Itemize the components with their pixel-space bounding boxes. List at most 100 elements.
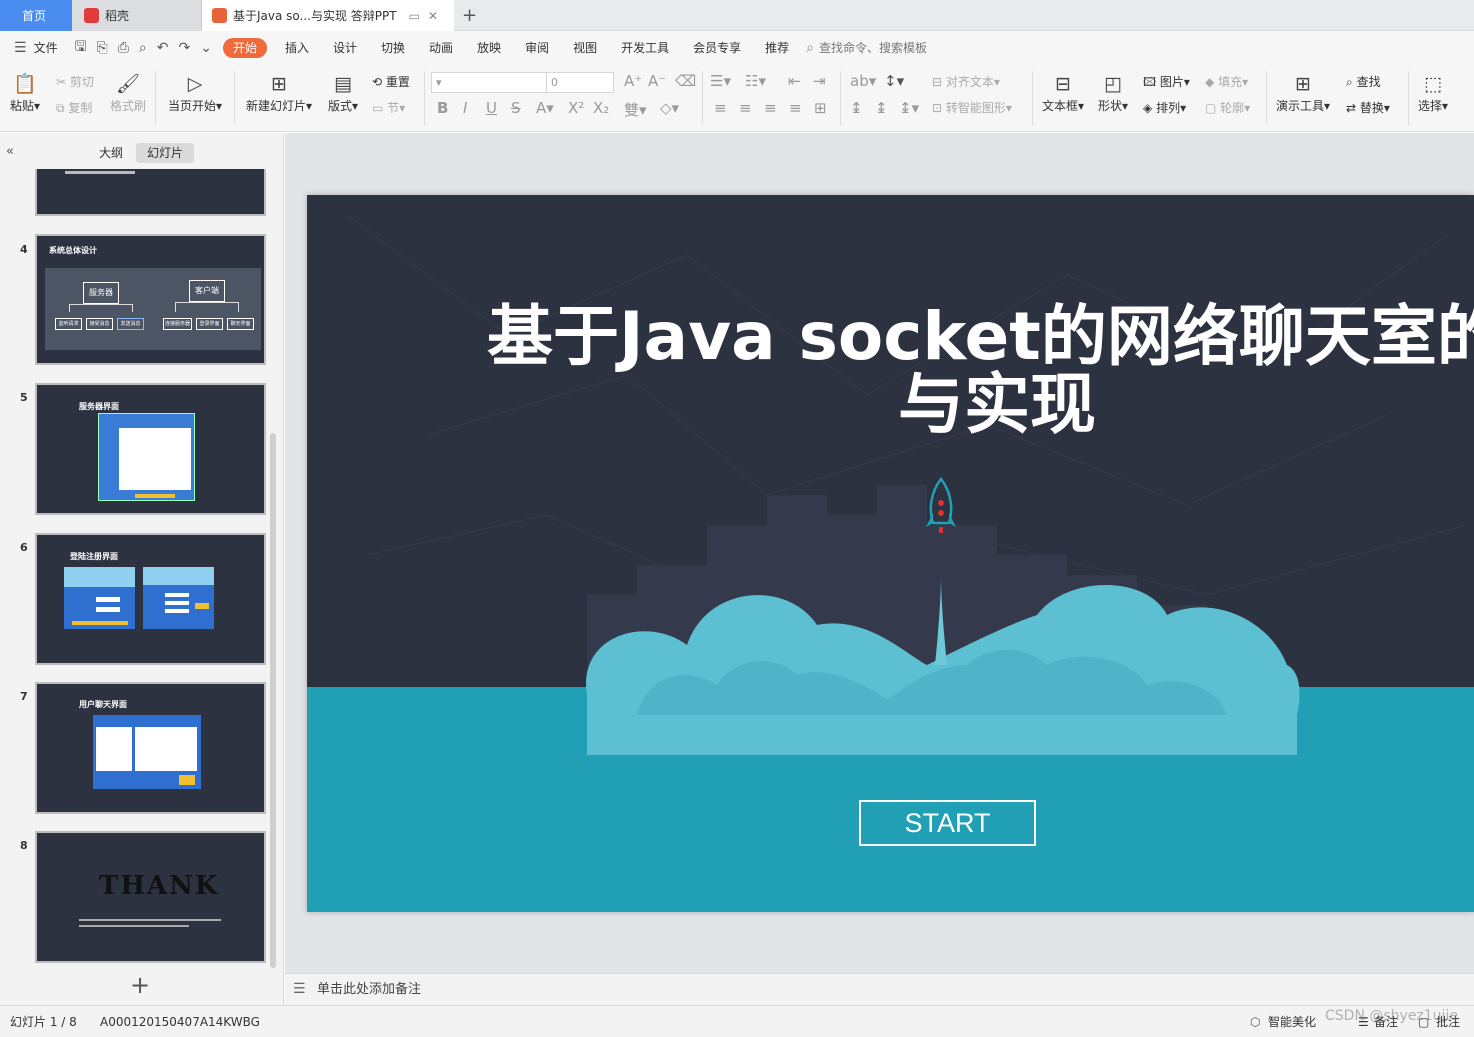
- slide-number: 5: [20, 391, 28, 404]
- play-from-current-button[interactable]: ▷ 当页开始▾: [168, 71, 222, 114]
- highlight-icon[interactable]: ◇▾: [660, 99, 679, 117]
- monitor-icon[interactable]: ▭: [409, 9, 420, 23]
- slide-thumb-7[interactable]: 用户聊天界面: [35, 682, 266, 814]
- slide-thumb-6[interactable]: 登陆注册界面: [35, 533, 266, 665]
- spacing-menu-icon[interactable]: ↨▾: [899, 99, 919, 117]
- bullets-icon[interactable]: ☰▾: [710, 72, 731, 90]
- find-button[interactable]: ⌕ 查找: [1346, 73, 1381, 90]
- slide-thumb-3[interactable]: [35, 169, 266, 216]
- replace-button[interactable]: ⇄ 替换▾: [1346, 99, 1390, 116]
- print-icon[interactable]: ⎙: [113, 40, 134, 56]
- menu-transition[interactable]: 切换: [369, 31, 417, 65]
- cut-button[interactable]: ✂ 剪切: [56, 73, 94, 90]
- menu-insert[interactable]: 插入: [273, 31, 321, 65]
- subscript-icon[interactable]: X₂: [593, 99, 609, 117]
- tab-home[interactable]: 首页: [0, 0, 72, 31]
- start-button[interactable]: START: [859, 800, 1036, 846]
- paste-button[interactable]: 📋 粘贴▾: [10, 71, 40, 114]
- fill-button[interactable]: ◆ 填充▾: [1205, 73, 1248, 90]
- font-size-select[interactable]: 0: [546, 72, 614, 93]
- format-painter-button[interactable]: 🖌 格式刷: [110, 71, 146, 114]
- font-family-select[interactable]: ▾: [431, 72, 547, 93]
- new-slide-button[interactable]: ⊞ 新建幻灯片▾: [246, 71, 312, 114]
- save-icon[interactable]: 🖫: [70, 36, 92, 60]
- smart-art-button[interactable]: ⊡ 转智能图形▾: [932, 99, 1012, 116]
- divider: [702, 71, 703, 125]
- text-direction-icon[interactable]: ab▾: [850, 72, 876, 90]
- tab-slides[interactable]: 幻灯片: [136, 143, 195, 163]
- copy-label: 复制: [68, 101, 93, 115]
- slide-thumb-8[interactable]: THANK: [35, 831, 266, 963]
- shrink-font-icon[interactable]: A⁻: [648, 72, 666, 90]
- italic-icon[interactable]: I: [463, 99, 467, 117]
- paragraph-spacing-icon[interactable]: ↨: [875, 99, 888, 117]
- hamburger-icon[interactable]: ☰: [0, 40, 32, 56]
- picture-button[interactable]: 🖾 图片▾: [1143, 73, 1190, 94]
- menu-recommend[interactable]: 推荐: [753, 31, 801, 65]
- text-box-button[interactable]: ⊟ 文本框▾: [1042, 71, 1084, 114]
- sort-icon[interactable]: ↕▾: [884, 72, 904, 90]
- bold-icon[interactable]: B: [437, 99, 448, 117]
- menu-member[interactable]: 会员专享: [681, 31, 753, 65]
- underline-icon[interactable]: U: [486, 99, 497, 117]
- cursor-select-icon: ⬚: [1424, 73, 1442, 95]
- screenshot-content: [119, 428, 191, 490]
- add-slide-button[interactable]: +: [130, 971, 150, 999]
- distribute-icon[interactable]: ⊞: [814, 99, 827, 117]
- collapse-panel-icon[interactable]: «: [6, 144, 14, 159]
- beautify-button[interactable]: 智能美化: [1268, 1006, 1316, 1037]
- arrange-button[interactable]: ◈ 排列▾: [1143, 99, 1186, 116]
- shape-button[interactable]: ◰ 形状▾: [1098, 71, 1128, 114]
- layout-button[interactable]: ▤ 版式▾: [328, 71, 358, 114]
- section-button[interactable]: ▭ 节▾: [372, 99, 405, 116]
- align-right-icon[interactable]: ≡: [764, 99, 777, 117]
- justify-icon[interactable]: ≡: [789, 99, 802, 117]
- print-preview-icon[interactable]: ⌕: [134, 40, 152, 56]
- strikethrough-icon[interactable]: S: [511, 99, 521, 117]
- menu-view[interactable]: 视图: [561, 31, 609, 65]
- menu-file[interactable]: 文件: [32, 31, 70, 65]
- font-color-icon[interactable]: A▾: [536, 99, 554, 117]
- numbering-icon[interactable]: ☷▾: [745, 72, 766, 90]
- close-icon[interactable]: ✕: [428, 9, 438, 23]
- select-button[interactable]: ⬚ 选择▾: [1418, 71, 1448, 114]
- tab-outline[interactable]: 大纲: [88, 143, 134, 163]
- align-text-button[interactable]: ⊟ 对齐文本▾: [932, 73, 1000, 90]
- eraser-icon[interactable]: ⌫: [675, 72, 696, 90]
- export-pdf-icon[interactable]: ⎘: [92, 40, 113, 56]
- reset-button[interactable]: ⟲ 重置: [372, 73, 410, 90]
- slide-thumb-5[interactable]: 服务器界面: [35, 383, 266, 515]
- slide-thumb-4[interactable]: 系统总体设计 服务器 客户端 监听请求 接受消息 发送消息 连接服务器 登录界面…: [35, 234, 266, 365]
- redo-icon[interactable]: ↷: [174, 40, 196, 56]
- command-search[interactable]: 查找命令、搜索模板: [819, 31, 939, 65]
- tab-document[interactable]: 基于Java so...与实现 答辩PPT ▭ ✕: [202, 0, 454, 31]
- indent-decrease-icon[interactable]: ⇤: [788, 72, 801, 90]
- slide-title[interactable]: 基于Java socket的网络聊天室的设计 与实现: [487, 303, 1474, 439]
- outline-button[interactable]: ▢ 轮廓▾: [1205, 99, 1250, 116]
- align-center-icon[interactable]: ≡: [739, 99, 752, 117]
- indent-increase-icon[interactable]: ⇥: [813, 72, 826, 90]
- panel-scrollbar[interactable]: [270, 433, 276, 968]
- phonetic-icon[interactable]: 雙▾: [624, 99, 647, 120]
- reset-icon: ⟲: [372, 75, 383, 89]
- menu-review[interactable]: 审阅: [513, 31, 561, 65]
- notes-bar[interactable]: ☰ 单击此处添加备注: [285, 973, 1474, 1005]
- tab-docer[interactable]: 稻壳: [72, 0, 202, 31]
- presenter-tools-button[interactable]: ⊞ 演示工具▾: [1276, 71, 1330, 114]
- superscript-icon[interactable]: X²: [568, 99, 584, 117]
- line-spacing-icon[interactable]: ↨: [850, 99, 863, 117]
- chevron-down-icon[interactable]: ⌄: [195, 40, 217, 56]
- diagram-box: 监听请求: [55, 318, 82, 330]
- copy-button[interactable]: ⧉ 复制: [56, 99, 92, 116]
- grow-font-icon[interactable]: A⁺: [624, 72, 642, 90]
- undo-icon[interactable]: ↶: [152, 40, 174, 56]
- docer-icon: [84, 8, 99, 23]
- menu-animation[interactable]: 动画: [417, 31, 465, 65]
- menu-slideshow[interactable]: 放映: [465, 31, 513, 65]
- menu-design[interactable]: 设计: [321, 31, 369, 65]
- align-left-icon[interactable]: ≡: [714, 99, 727, 117]
- slide-1[interactable]: 基于Java socket的网络聊天室的设计 与实现 START: [307, 195, 1474, 912]
- menu-home[interactable]: 开始: [222, 38, 267, 58]
- menu-developer[interactable]: 开发工具: [609, 31, 681, 65]
- new-tab-button[interactable]: +: [462, 5, 477, 26]
